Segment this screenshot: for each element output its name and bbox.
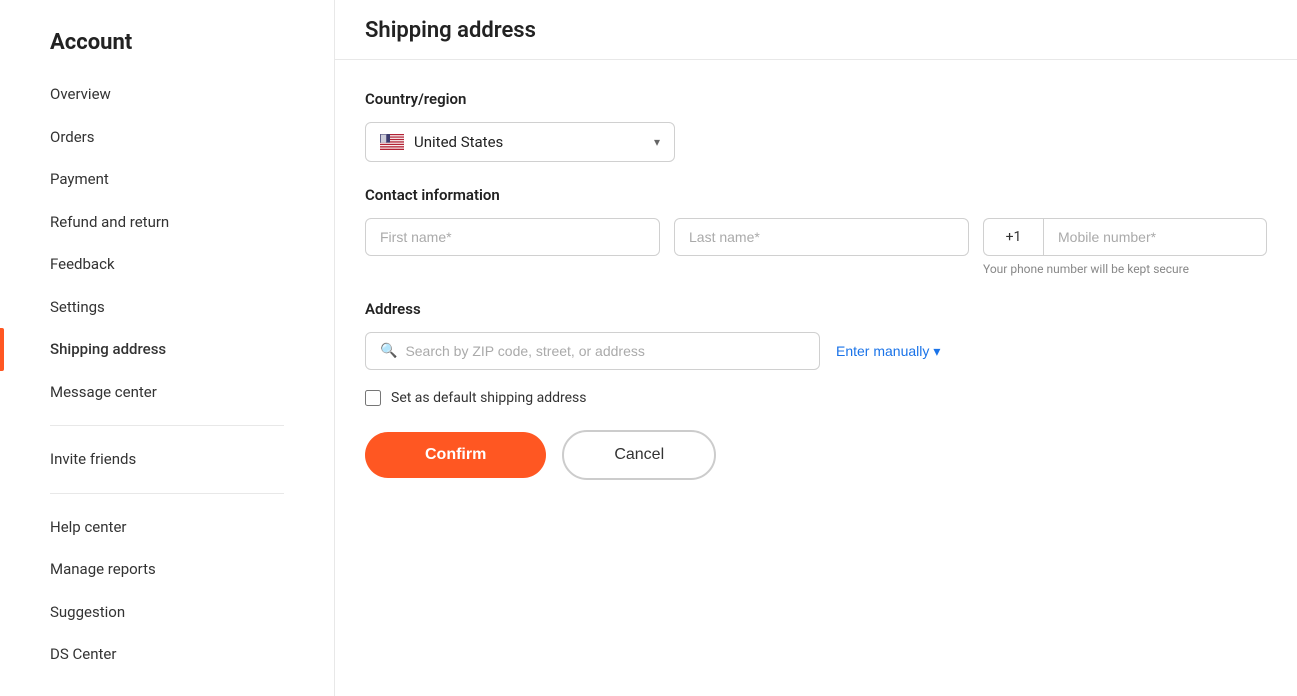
address-search-input[interactable] bbox=[405, 343, 805, 359]
default-address-row: Set as default shipping address bbox=[365, 390, 1267, 406]
phone-number-input[interactable] bbox=[1043, 218, 1267, 256]
search-icon: 🔍 bbox=[380, 343, 397, 359]
country-section-label: Country/region bbox=[365, 90, 1267, 108]
address-section: Address 🔍 Enter manually ▾ bbox=[365, 300, 1267, 370]
enter-manually-button[interactable]: Enter manually ▾ bbox=[836, 343, 940, 360]
sidebar-item-overview[interactable]: Overview bbox=[0, 73, 334, 116]
phone-note: Your phone number will be kept secure bbox=[983, 262, 1267, 276]
enter-manually-label: Enter manually bbox=[836, 343, 929, 359]
phone-prefix: +1 bbox=[983, 218, 1043, 256]
chevron-down-icon-manual: ▾ bbox=[933, 343, 940, 360]
default-address-checkbox[interactable] bbox=[365, 390, 381, 406]
sidebar-item-manage-reports[interactable]: Manage reports bbox=[0, 548, 334, 591]
first-name-input[interactable] bbox=[365, 218, 660, 256]
sidebar-item-message-center[interactable]: Message center bbox=[0, 371, 334, 414]
sidebar-divider-1 bbox=[50, 425, 284, 426]
chevron-down-icon: ▾ bbox=[654, 135, 660, 149]
sidebar-item-suggestion[interactable]: Suggestion bbox=[0, 591, 334, 634]
phone-group: +1 bbox=[983, 218, 1267, 256]
address-section-label: Address bbox=[365, 300, 1267, 318]
last-name-input[interactable] bbox=[674, 218, 969, 256]
sidebar-item-help-center[interactable]: Help center bbox=[0, 506, 334, 549]
page-title: Shipping address bbox=[365, 18, 1267, 43]
sidebar-item-invite-friends[interactable]: Invite friends bbox=[0, 438, 334, 481]
sidebar-item-payment[interactable]: Payment bbox=[0, 158, 334, 201]
form-area: Country/region bbox=[335, 60, 1297, 510]
sidebar-item-refund-return[interactable]: Refund and return bbox=[0, 201, 334, 244]
sidebar: Account Overview Orders Payment Refund a… bbox=[0, 0, 335, 696]
page-header: Shipping address bbox=[335, 0, 1297, 60]
sidebar-divider-2 bbox=[50, 493, 284, 494]
address-row: 🔍 Enter manually ▾ bbox=[365, 332, 1267, 370]
contact-section-label: Contact information bbox=[365, 186, 1267, 204]
cancel-button[interactable]: Cancel bbox=[562, 430, 716, 480]
sidebar-item-ds-center[interactable]: DS Center bbox=[0, 633, 334, 676]
us-flag-icon bbox=[380, 134, 404, 150]
sidebar-item-settings[interactable]: Settings bbox=[0, 286, 334, 329]
sidebar-title: Account bbox=[0, 20, 334, 73]
address-search-wrapper[interactable]: 🔍 bbox=[365, 332, 820, 370]
sidebar-item-orders[interactable]: Orders bbox=[0, 116, 334, 159]
sidebar-item-feedback[interactable]: Feedback bbox=[0, 243, 334, 286]
contact-row: +1 Your phone number will be kept secure bbox=[365, 218, 1267, 276]
button-row: Confirm Cancel bbox=[365, 430, 1267, 480]
confirm-button[interactable]: Confirm bbox=[365, 432, 546, 478]
main-content: Shipping address Country/region bbox=[335, 0, 1297, 696]
sidebar-item-shipping-address[interactable]: Shipping address bbox=[0, 328, 334, 371]
default-address-label: Set as default shipping address bbox=[391, 390, 587, 406]
country-select[interactable]: United States ▾ bbox=[365, 122, 675, 162]
country-name: United States bbox=[414, 133, 646, 151]
